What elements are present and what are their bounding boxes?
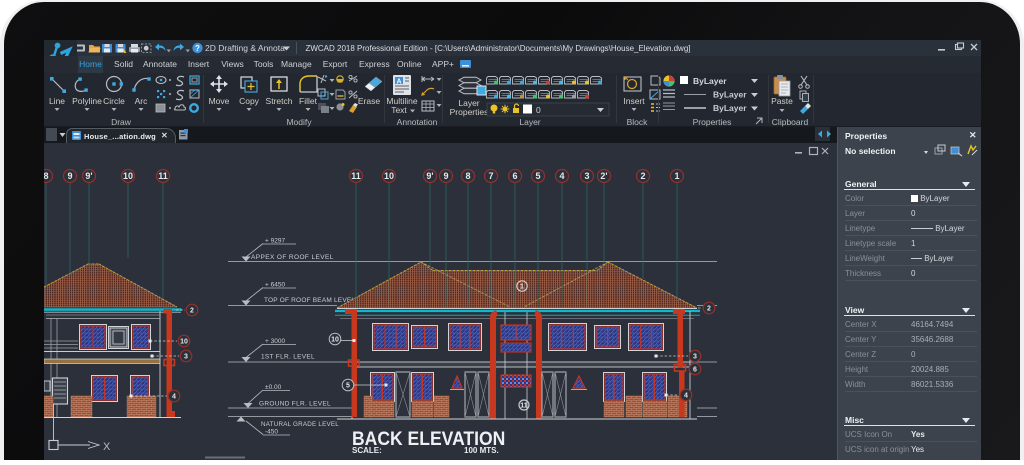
svg-text:8: 8 [44,171,49,181]
svg-text:Copy: Copy [239,96,260,106]
svg-text:Insert: Insert [623,96,645,106]
svg-text:2': 2' [600,171,607,181]
svg-text:Properties: Properties [693,117,732,127]
svg-text:Erase: Erase [358,96,380,106]
svg-text:11: 11 [158,171,168,181]
svg-text:10: 10 [123,171,133,181]
svg-text:8: 8 [465,171,470,181]
svg-text:3: 3 [584,171,589,181]
svg-text:4: 4 [172,394,176,401]
svg-text:Move: Move [209,96,230,106]
svg-text:ByLayer: ByLayer [693,76,727,86]
svg-text:3: 3 [693,354,697,361]
svg-text:10: 10 [331,337,339,344]
svg-text:0: 0 [536,105,541,115]
svg-text:4: 4 [684,393,688,400]
svg-text:Properties: Properties [450,107,489,117]
svg-text:1ST FLR. LEVEL: 1ST FLR. LEVEL [261,354,315,361]
svg-text:Block: Block [627,117,649,127]
svg-text:7: 7 [488,171,493,181]
svg-text:±0.00: ±0.00 [265,384,282,391]
svg-text:Fillet: Fillet [299,96,318,106]
svg-text:9': 9' [85,171,92,181]
svg-text:?: ? [195,44,200,53]
svg-text:11: 11 [351,171,361,181]
svg-text:2: 2 [640,171,645,181]
svg-text:9: 9 [443,171,448,181]
svg-text:4: 4 [559,171,564,181]
svg-text:10: 10 [384,171,394,181]
svg-text:11: 11 [520,403,528,410]
svg-text:GROUND FLR. LEVEL: GROUND FLR. LEVEL [259,401,331,408]
svg-text:A: A [396,79,401,86]
svg-text:10: 10 [180,339,188,346]
svg-text:-450: -450 [265,429,278,436]
svg-text:1: 1 [520,284,524,291]
svg-text:+ 9297: + 9297 [265,238,285,245]
svg-text:2: 2 [190,308,194,315]
svg-text:9': 9' [426,171,433,181]
svg-text:Layer: Layer [519,117,540,127]
svg-text:+ 3000: + 3000 [265,338,285,345]
svg-text:Annotation: Annotation [397,117,438,127]
svg-text:6: 6 [512,171,517,181]
svg-text:5: 5 [346,383,350,390]
svg-text:Circle: Circle [103,96,125,106]
svg-text:1: 1 [674,171,679,181]
svg-text:+ 6450: + 6450 [265,282,285,289]
svg-text:Polyline: Polyline [72,96,102,106]
svg-text:Clipboard: Clipboard [772,117,809,127]
svg-text:2: 2 [707,306,711,313]
svg-text:ByLayer: ByLayer [713,103,747,113]
svg-text:3: 3 [184,354,188,361]
svg-text:100 MTS.: 100 MTS. [464,446,499,455]
svg-text:5: 5 [535,171,540,181]
svg-text:Paste: Paste [771,96,793,106]
svg-text:SCALE:: SCALE: [352,446,382,455]
svg-text:X: X [103,441,111,453]
svg-text:Arc: Arc [135,96,149,106]
svg-text:Text: Text [391,105,407,115]
svg-text:ByLayer: ByLayer [713,90,747,100]
svg-text:Modify: Modify [286,117,312,127]
svg-text:Draw: Draw [111,117,132,127]
svg-text:Stretch: Stretch [266,96,293,106]
svg-text:9: 9 [67,171,72,181]
svg-text:APPEX OF ROOF LEVEL: APPEX OF ROOF LEVEL [251,254,334,261]
svg-text:TOP OF ROOF BEAM LEVEL: TOP OF ROOF BEAM LEVEL [264,297,355,304]
svg-text:6: 6 [693,367,697,374]
svg-text:NATURAL GRADE LEVEL: NATURAL GRADE LEVEL [261,421,339,428]
svg-text:Line: Line [49,96,65,106]
